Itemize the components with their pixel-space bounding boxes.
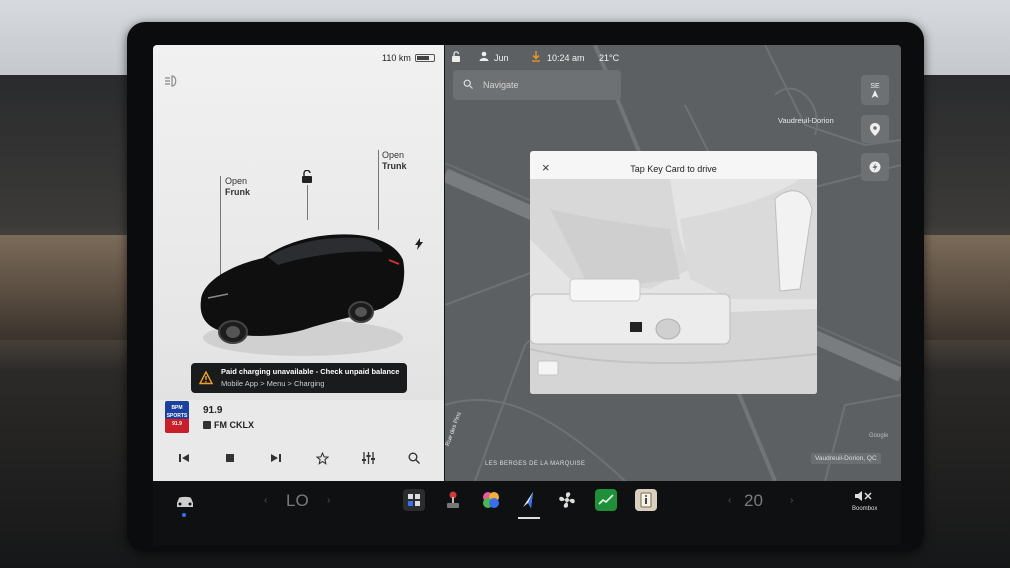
active-app-underline [518, 517, 540, 519]
passenger-temp-up-icon[interactable]: › [790, 495, 793, 506]
next-icon[interactable] [265, 447, 287, 469]
battery-range: 110 km [382, 53, 411, 63]
navigate-search[interactable]: Navigate [453, 70, 621, 100]
location-pin-icon [870, 122, 880, 136]
location-pin-button[interactable] [861, 115, 889, 143]
user-profile-icon[interactable] [479, 51, 489, 63]
touchscreen: 110 km Open Frunk Open Trunk Paid chargi… [153, 45, 901, 545]
search-icon [463, 79, 473, 89]
location-badge: Vaudreuil-Dorion, QC [811, 453, 881, 464]
map-place-label: Vaudreuil-Dorion [778, 116, 834, 125]
driver-temp-up-icon[interactable]: › [327, 495, 330, 506]
compass-arrow-icon [871, 89, 879, 98]
joystick-icon[interactable] [442, 489, 464, 511]
trunk-pointer-line [378, 150, 379, 230]
open-trunk-label[interactable]: Open Trunk [382, 150, 407, 172]
charging-bolt-icon [869, 161, 881, 173]
fan-icon[interactable] [556, 489, 578, 511]
open-frunk-label[interactable]: Open Frunk [225, 176, 250, 198]
dialog-title: Tap Key Card to drive [630, 164, 717, 174]
volume-mute-icon[interactable] [853, 488, 873, 504]
equalizer-icon[interactable] [357, 447, 379, 469]
battery-icon [415, 54, 435, 62]
car-icon[interactable] [174, 491, 196, 513]
stocks-icon[interactable] [595, 489, 617, 511]
car-status-panel: 110 km Open Frunk Open Trunk Paid chargi… [153, 45, 444, 481]
previous-icon[interactable] [173, 447, 195, 469]
map-view[interactable]: Jun 10:24 am 21°C Navigate Vaudreuil-Dor… [445, 45, 901, 481]
media-player: BPM SPORTS 91.9 91.9 FM CKLX [153, 400, 444, 481]
search-icon[interactable] [403, 447, 425, 469]
area-label: LES BERGES DE LA MARQUISE [485, 461, 586, 467]
warning-icon [199, 371, 213, 385]
alert-title: Paid charging unavailable - Check unpaid… [221, 367, 400, 376]
station-logo: BPM SPORTS 91.9 [165, 401, 189, 433]
compass-button[interactable]: SE [861, 75, 889, 105]
driver-temp-down-icon[interactable]: ‹ [264, 495, 267, 506]
station-name: FM CKLX [214, 420, 254, 430]
logo-line-2: SPORTS [166, 413, 188, 419]
logo-line-1: BPM [171, 405, 183, 411]
driver-temperature[interactable]: LO [286, 491, 309, 511]
radio-source-icon [203, 421, 211, 429]
passenger-temp-down-icon[interactable]: ‹ [728, 495, 731, 506]
status-bar: Jun 10:24 am 21°C [445, 45, 901, 69]
passenger-temperature[interactable]: 20 [744, 491, 763, 511]
media-controls [161, 444, 437, 472]
compass-heading: SE [870, 82, 880, 90]
trunk-open-text: Open [382, 150, 405, 160]
navigation-icon[interactable] [518, 489, 540, 511]
wood-trim-right [922, 235, 1010, 340]
active-indicator [182, 513, 186, 517]
lock-icon[interactable] [451, 51, 461, 64]
trunk-text: Trunk [382, 161, 407, 171]
radio-station: FM CKLX [203, 420, 254, 430]
logo-line-3: 91.9 [172, 421, 182, 427]
favorite-star-icon[interactable] [311, 447, 333, 469]
charge-port-icon[interactable] [415, 237, 423, 255]
superchargers-button[interactable] [861, 153, 889, 181]
map-side-controls: SE [861, 75, 889, 191]
download-icon[interactable] [531, 51, 541, 64]
clock: 10:24 am [547, 53, 585, 63]
headlights-icon[interactable] [163, 75, 179, 87]
charging-alert[interactable]: Paid charging unavailable - Check unpaid… [191, 363, 407, 393]
manual-icon[interactable] [635, 489, 657, 511]
door-pointer-line [307, 185, 308, 220]
key-card-illustration [530, 179, 817, 394]
stop-icon[interactable] [219, 447, 241, 469]
key-card-dialog: × Tap Key Card to drive [530, 151, 817, 394]
wood-trim-left [0, 235, 135, 340]
navigate-placeholder: Navigate [483, 80, 519, 90]
bottom-dock: ‹ LO › ‹ 20 › Boombox [153, 481, 901, 545]
map-attribution: Google [869, 433, 889, 439]
frunk-open-text: Open [225, 176, 248, 186]
arcade-icon[interactable] [480, 489, 502, 511]
outside-temperature: 21°C [599, 53, 620, 63]
car-model-image [200, 234, 405, 356]
radio-frequency: 91.9 [203, 405, 223, 416]
profile-name[interactable]: Jun [494, 53, 509, 63]
controls-grid-icon[interactable] [403, 489, 425, 511]
alert-subtitle: Mobile App > Menu > Charging [221, 379, 325, 388]
frunk-text: Frunk [225, 187, 251, 197]
boombox-label[interactable]: Boombox [852, 506, 877, 512]
